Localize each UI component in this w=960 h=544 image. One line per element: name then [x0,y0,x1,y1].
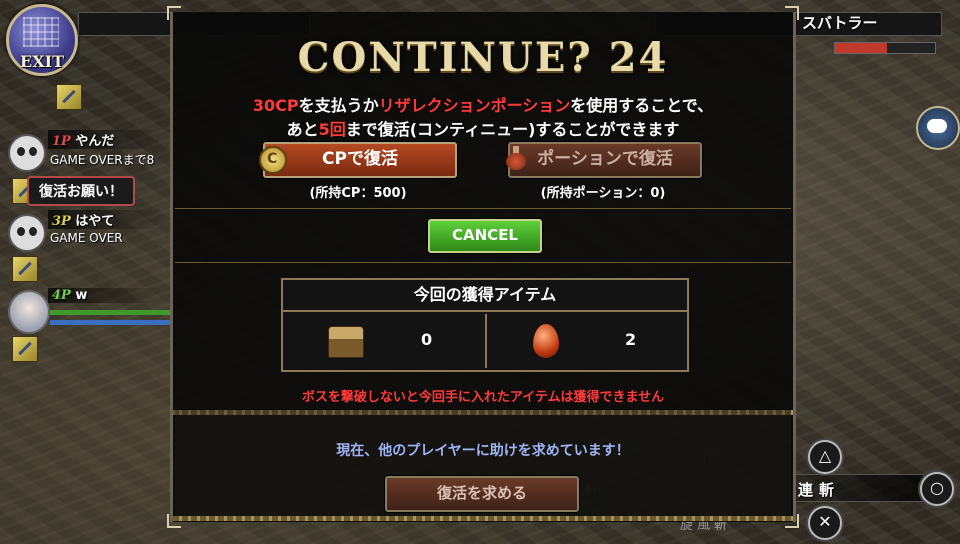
decorative-border [173,516,793,521]
player-4-avatar [8,290,50,334]
cancel-button[interactable]: CANCEL [428,219,542,253]
player-3-name-text: はやて [75,214,115,229]
dialog-title: CONTINUE? 24 [297,34,669,81]
description-line-1: 30CPを支払うかリザレクションポーションを使用することで、 [173,94,793,118]
item-warning: ボスを撃破しないと今回手に入れたアイテムは獲得できません [301,390,665,405]
sword-icon [56,84,82,110]
exit-button[interactable]: EXIT [6,4,78,76]
red-gem-icon [533,324,559,358]
boss-name: スバトラー [802,14,878,32]
acquired-items-panel: 今回の獲得アイテム 0 2 [281,278,689,372]
gate-icon [23,17,59,47]
player-1-name-text: やんだ [75,134,115,149]
revive-with-potion-button[interactable]: ポーションで復活 [506,142,702,178]
item-cell-gem: 2 [485,314,685,368]
skull-icon [10,136,44,170]
player-4-hp-bar [50,310,170,315]
treasure-chest-icon [328,326,364,358]
revive-with-cp-label: CPで復活 [322,149,398,169]
owned-potion: (所持ポーション：0) [540,186,666,201]
divider [175,208,791,209]
description-line-2: あと5回まで復活(コンティニュー)することができます [173,118,793,142]
player-1-number: 1P [52,134,71,149]
desc-text: を使用することで、 [570,96,714,115]
help-request-bubble: 復活お願い！ [27,176,135,206]
sword-icon [12,336,38,362]
potion-name-text: リザレクションポーション [378,96,571,115]
x-button[interactable] [808,506,842,540]
continue-description: 30CPを支払うかリザレクションポーションを使用することで、 あと5回まで復活(… [173,94,793,142]
owned-cp: (所持CP：500) [309,186,407,201]
player-4-name: 4P w [48,288,166,303]
cp-cost-text: 30CP [252,96,299,115]
boss-hp-bar [834,42,936,54]
speech-bubble-icon [927,119,947,133]
player-4-mp-bar [50,320,170,325]
circle-action-label: 連斬 [798,481,841,499]
remaining-count-text: 5回 [318,120,346,139]
acquired-items-header: 今回の獲得アイテム [283,280,687,312]
treasure-count: 0 [421,330,433,349]
continue-dialog: CONTINUE? 24 30CPを支払うかリザレクションポーションを使用するこ… [167,6,799,528]
player-3-status: GAME OVER [50,231,123,245]
desc-text: あと [286,120,319,139]
triangle-button[interactable] [808,440,842,474]
frame-corner [167,6,181,20]
item-cell-treasure: 0 [283,314,481,368]
revive-with-potion-label: ポーションで復活 [537,149,673,169]
player-4-name-text: w [75,288,88,303]
circle-button[interactable] [920,472,954,506]
exit-label: EXIT [20,52,64,71]
potion-icon [506,146,526,170]
player-4-number: 4P [52,288,71,303]
revive-with-cp-button[interactable]: CPで復活 [259,142,457,178]
chat-button[interactable] [916,106,960,150]
divider [175,262,791,263]
desc-text: まで復活(コンティニュー)することができます [345,120,680,139]
boss-hp-fill [835,43,887,53]
skull-icon [10,216,44,250]
gem-count: 2 [625,330,637,349]
sword-icon [12,256,38,282]
desc-text: を支払うか [298,96,379,115]
player-3-number: 3P [52,214,71,229]
frame-corner [785,6,799,20]
player-3-name: 3P はやて [48,210,166,229]
player-1-name: 1P やんだ [48,130,166,149]
player-1-status: GAME OVERまで8 [50,153,155,167]
seeking-help-message: 現在、他のプレイヤーに助けを求めています！ [336,443,630,459]
coin-icon [259,144,287,174]
request-revive-button[interactable]: 復活を求める [385,476,579,512]
